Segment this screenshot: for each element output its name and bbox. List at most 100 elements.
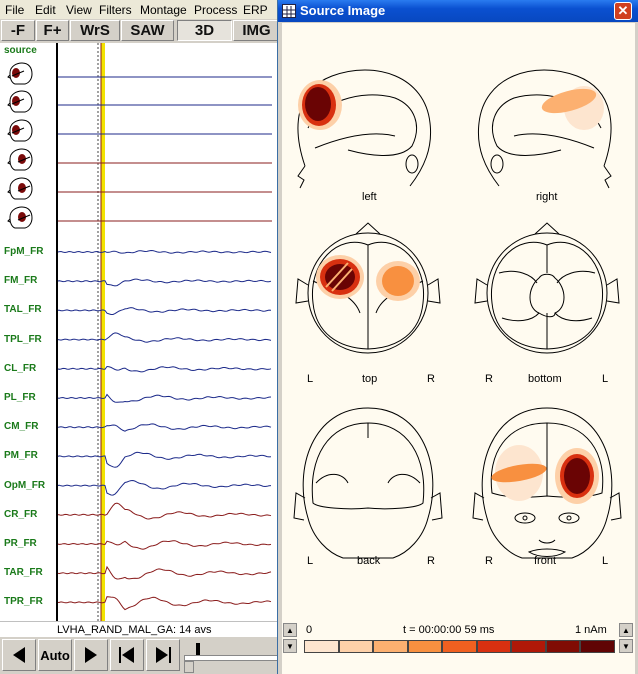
channel-trace [57,393,272,403]
status-line: LVHA_RAND_MAL_GA: 14 avs [0,621,278,638]
channel-trace [57,365,272,373]
scroll-up-left-icon[interactable]: ▲ [283,623,297,637]
channel-label: TAL_FR [4,304,42,316]
back-ear-left [293,492,306,521]
head-icon [7,90,33,113]
scroll-down-right-icon[interactable]: ▼ [619,639,633,653]
front-eye-left [514,512,536,524]
orient-back-l: L [307,555,314,567]
channel-label: CR_FR [4,508,38,520]
channel-trace [57,540,272,550]
head-icon [7,119,33,142]
filter-minus-button[interactable]: -F [1,20,35,41]
left-sylvian [314,133,396,149]
colorbar-segment [373,640,408,653]
colorbar-segment [442,640,477,653]
front-ear-right [609,492,622,521]
channel-trace [57,332,272,343]
top-nose [355,222,381,235]
close-button[interactable]: ✕ [614,2,632,20]
front-activation-right-core [564,458,590,494]
menu-filters[interactable]: Filters [99,3,132,17]
bottom-view [474,222,620,354]
channel-trace [57,278,272,287]
time-slider-track[interactable] [184,655,280,661]
title-bar[interactable]: Source Image ✕ [278,0,638,22]
channel-label: FM_FR [4,275,38,287]
menu-process[interactable]: Process [194,3,237,17]
menu-edit[interactable]: Edit [35,3,56,17]
time-slider-thumb[interactable] [196,643,200,655]
channel-trace [57,423,272,432]
top-ear-right [427,278,441,304]
filter-plus-button[interactable]: F+ [36,20,69,41]
scale-panel: ▲ ▼ ▲ ▼ 0 t = 00:00:00 59 ms 1 nAm [282,620,635,674]
menu-erp[interactable]: ERP [243,3,268,17]
top-view [295,222,441,354]
menu-montage[interactable]: Montage [140,3,187,17]
channel-label: PR_FR [4,538,37,549]
orient-top-l: L [307,373,314,385]
orient-bottom-r: R [485,373,493,385]
top-activation-right [382,266,414,296]
right-ear [490,154,504,174]
right-view [477,69,612,189]
toolbar: -F F+ WrS SAW 3D IMG [0,19,280,43]
channel-trace [57,307,272,315]
channel-trace [57,596,272,611]
status-text: LVHA_RAND_MAL_GA: 14 avs [57,624,212,636]
front-nose [538,539,556,544]
menu-view[interactable]: View [66,3,92,17]
skip-forward-icon [156,647,171,663]
scroll-up-right-icon[interactable]: ▲ [619,623,633,637]
channel-label: PM_FR [4,450,38,462]
bottom-ear-right [606,278,620,304]
back-sulci [315,473,421,484]
orient-front-r: R [485,555,493,567]
triangle-left-icon [13,647,25,663]
left-nose [297,165,306,189]
back-view [293,407,443,559]
right-nose [603,165,612,189]
channel-trace [57,479,272,496]
head-icon [7,148,33,171]
img-button[interactable]: IMG [233,20,280,41]
bottom-temporal [498,270,596,284]
left-view [297,69,432,189]
playback-bar: Auto [0,637,280,674]
back-ear-right [430,492,443,521]
trace-panel[interactable]: source FpM_FR FM_FR TAL_FR TPL_FR CL_FR PL_FR… [0,43,278,621]
channel-label: OpM_FR [4,479,46,491]
scale-min: 0 [306,624,313,636]
menu-file[interactable]: File [5,3,24,17]
channel-label: FpM_FR [4,246,44,257]
step-forward-button[interactable] [74,639,108,671]
wrs-button[interactable]: WrS [70,20,120,41]
3d-button[interactable]: 3D [177,20,232,41]
bottom-nose [534,222,560,235]
skip-back-button[interactable] [110,639,144,671]
slider-handle[interactable] [184,661,194,673]
colorbar-segment [580,640,615,653]
view-label-bottom: bottom [528,373,562,385]
head-icon [7,177,33,200]
source-image-canvas[interactable]: left right top L R bottom R L back L R f… [282,23,635,620]
channel-label: PL_FR [4,392,36,403]
channel-trace [57,565,272,580]
channel-label: CL_FR [4,362,37,374]
colorbar-segment [511,640,546,653]
skip-back-icon [119,647,134,663]
colorbar-segment [304,640,339,653]
front-pupil-right [566,515,572,521]
orient-bottom-l: L [602,373,609,385]
auto-button[interactable]: Auto [38,639,72,671]
channel-label: TPL_FR [4,333,42,345]
grid-icon [282,4,296,18]
scroll-down-left-icon[interactable]: ▼ [283,639,297,653]
right-sylvian [513,133,595,149]
colorbar-segment [338,640,373,653]
colorbar-segment [407,640,442,653]
saw-button[interactable]: SAW [121,20,174,41]
skip-forward-button[interactable] [146,639,180,671]
step-back-button[interactable] [2,639,36,671]
